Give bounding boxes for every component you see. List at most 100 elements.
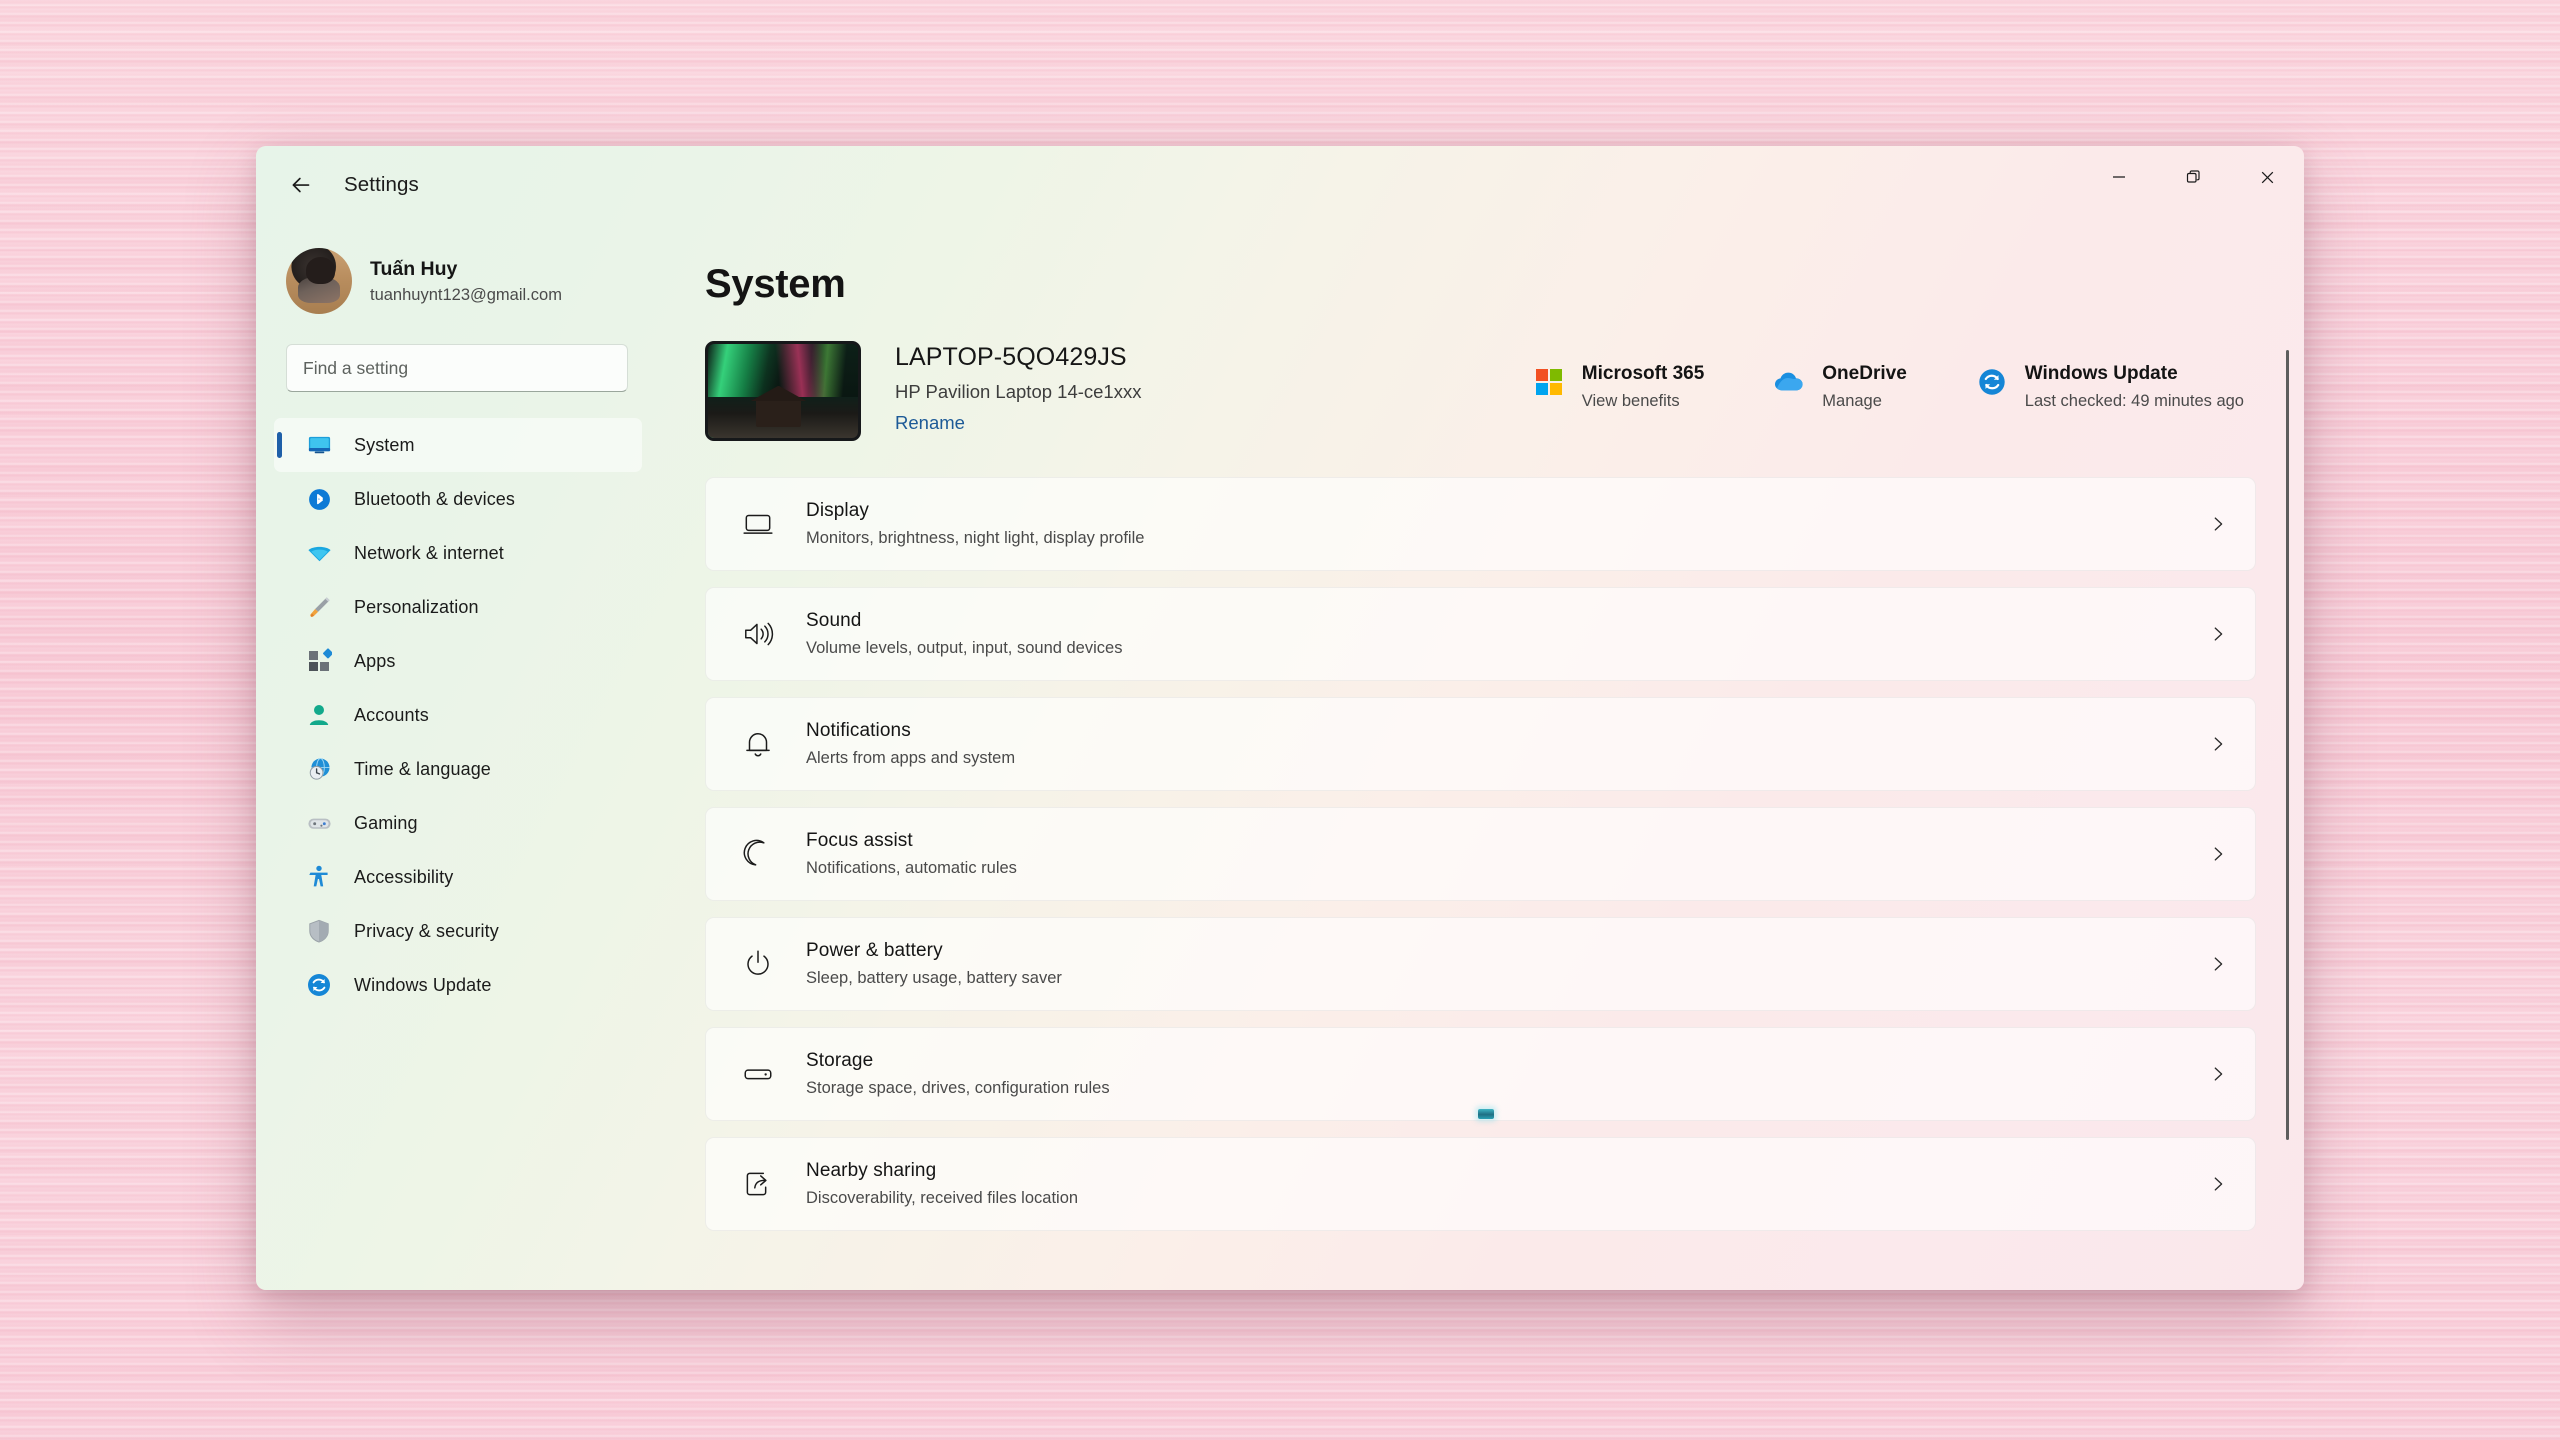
restore-button[interactable] bbox=[2156, 146, 2230, 208]
sidebar-item-label: Bluetooth & devices bbox=[354, 488, 515, 509]
quick-link-subtitle[interactable]: Manage bbox=[1822, 392, 1906, 411]
sidebar-item-privacy-security[interactable]: Privacy & security bbox=[274, 904, 642, 958]
card-subtitle: Sleep, battery usage, battery saver bbox=[806, 969, 1062, 987]
sidebar-item-accounts[interactable]: Accounts bbox=[274, 688, 642, 742]
sidebar-item-personalization[interactable]: Personalization bbox=[274, 580, 642, 634]
window-title: Settings bbox=[344, 173, 419, 196]
settings-card-notifications[interactable]: Notifications Alerts from apps and syste… bbox=[705, 697, 2256, 791]
shield-icon bbox=[304, 916, 334, 946]
sidebar-item-label: Network & internet bbox=[354, 542, 504, 563]
avatar bbox=[286, 248, 352, 314]
card-title: Power & battery bbox=[806, 940, 943, 961]
chevron-right-icon bbox=[2207, 953, 2229, 975]
rename-link[interactable]: Rename bbox=[895, 412, 965, 434]
card-title: Sound bbox=[806, 610, 862, 631]
device-name: LAPTOP-5QO429JS bbox=[895, 343, 1127, 371]
account-summary[interactable]: Tuấn Huy tuanhuynt123@gmail.com bbox=[286, 248, 660, 314]
card-title: Display bbox=[806, 500, 869, 521]
quick-link-title: Microsoft 365 bbox=[1581, 363, 1705, 384]
search-icon bbox=[593, 357, 615, 379]
restore-icon bbox=[2186, 169, 2200, 183]
sidebar-item-apps[interactable]: Apps bbox=[274, 634, 642, 688]
sidebar-item-gaming[interactable]: Gaming bbox=[274, 796, 642, 850]
sidebar-item-windows-update[interactable]: Windows Update bbox=[274, 958, 642, 1012]
sidebar-item-bluetooth-devices[interactable]: Bluetooth & devices bbox=[274, 472, 642, 526]
card-subtitle: Discoverability, received files location bbox=[806, 1189, 1079, 1207]
gamepad-icon bbox=[304, 808, 334, 838]
settings-card-power-battery[interactable]: Power & battery Sleep, battery usage, ba… bbox=[705, 917, 2256, 1011]
sidebar-item-label: Time & language bbox=[354, 758, 491, 779]
speaker-icon bbox=[738, 614, 778, 654]
drive-icon bbox=[738, 1054, 778, 1094]
account-name: Tuấn Huy bbox=[370, 257, 458, 280]
card-title: Focus assist bbox=[806, 830, 913, 851]
device-model: HP Pavilion Laptop 14-ce1xxx bbox=[895, 381, 1142, 402]
settings-card-list: Display Monitors, brightness, night ligh… bbox=[705, 477, 2304, 1231]
scrollbar-thumb[interactable] bbox=[2285, 350, 2289, 1140]
update-refresh-icon bbox=[1975, 365, 2009, 399]
window-body: Tuấn Huy tuanhuynt123@gmail.com Find a s… bbox=[256, 224, 2304, 1290]
card-subtitle: Notifications, automatic rules bbox=[806, 859, 1017, 877]
monitor-icon bbox=[304, 430, 334, 460]
card-subtitle: Alerts from apps and system bbox=[806, 749, 1016, 767]
moon-icon bbox=[738, 834, 778, 874]
settings-card-storage[interactable]: Storage Storage space, drives, configura… bbox=[705, 1027, 2256, 1121]
search-input[interactable] bbox=[303, 357, 593, 379]
settings-card-display[interactable]: Display Monitors, brightness, night ligh… bbox=[705, 477, 2256, 571]
apps-grid-icon bbox=[304, 646, 334, 676]
quick-link-subtitle[interactable]: Last checked: 49 minutes ago bbox=[2025, 392, 2244, 411]
sidebar-nav: System Bluetooth & devices Network & int… bbox=[256, 418, 660, 1012]
settings-card-nearby-sharing[interactable]: Nearby sharing Discoverability, received… bbox=[705, 1137, 2256, 1231]
quick-link-subtitle[interactable]: View benefits bbox=[1582, 392, 1704, 411]
account-email: tuanhuynt123@gmail.com bbox=[370, 285, 562, 304]
card-title: Nearby sharing bbox=[806, 1160, 937, 1181]
wifi-icon bbox=[304, 538, 334, 568]
bluetooth-icon bbox=[304, 484, 334, 514]
sidebar-item-network-internet[interactable]: Network & internet bbox=[274, 526, 642, 580]
card-subtitle: Monitors, brightness, night light, displ… bbox=[806, 529, 1145, 547]
back-button[interactable] bbox=[274, 162, 328, 208]
settings-window: Settings Tuấn Huy tuanhuynt123@gmail.com… bbox=[256, 146, 2304, 1290]
title-bar: Settings bbox=[256, 146, 2304, 224]
chevron-right-icon bbox=[2207, 623, 2229, 645]
accessibility-icon bbox=[304, 862, 334, 892]
power-icon bbox=[738, 944, 778, 984]
share-icon bbox=[738, 1164, 778, 1204]
sidebar-item-label: System bbox=[354, 434, 415, 455]
paintbrush-icon bbox=[304, 592, 334, 622]
sidebar-item-time-language[interactable]: Time & language bbox=[274, 742, 642, 796]
search-box[interactable] bbox=[286, 344, 628, 392]
card-title: Storage bbox=[806, 1050, 874, 1071]
quick-link-onedrive[interactable]: OneDrive Manage bbox=[1772, 363, 1907, 411]
sidebar-item-label: Personalization bbox=[354, 596, 479, 617]
quick-link-windows-update[interactable]: Windows Update Last checked: 49 minutes … bbox=[1975, 363, 2244, 411]
sidebar-item-label: Gaming bbox=[354, 812, 418, 833]
page-title: System bbox=[705, 262, 846, 306]
aurora-wallpaper-thumbnail bbox=[705, 341, 861, 441]
main-content: System LAPTOP-5QO429JS HP Pavilion Lapto… bbox=[660, 224, 2304, 1290]
settings-card-focus-assist[interactable]: Focus assist Notifications, automatic ru… bbox=[705, 807, 2256, 901]
sidebar-item-label: Accounts bbox=[354, 704, 429, 725]
minimize-button[interactable] bbox=[2082, 146, 2156, 208]
content-scrollbar[interactable] bbox=[2280, 350, 2294, 1226]
chevron-right-icon bbox=[2207, 843, 2229, 865]
sidebar-item-accessibility[interactable]: Accessibility bbox=[274, 850, 642, 904]
window-controls bbox=[2082, 146, 2304, 208]
minimize-icon bbox=[2113, 176, 2125, 178]
quick-link-microsoft-365[interactable]: Microsoft 365 View benefits bbox=[1532, 363, 1704, 411]
card-subtitle: Storage space, drives, configuration rul… bbox=[806, 1079, 1110, 1097]
bell-icon bbox=[738, 724, 778, 764]
quick-links: Microsoft 365 View benefits OneDrive Man… bbox=[1532, 341, 2244, 411]
card-title: Notifications bbox=[806, 720, 911, 741]
chevron-right-icon bbox=[2207, 1063, 2229, 1085]
settings-card-sound[interactable]: Sound Volume levels, output, input, soun… bbox=[705, 587, 2256, 681]
chevron-right-icon bbox=[2207, 733, 2229, 755]
sidebar-item-system[interactable]: System bbox=[274, 418, 642, 472]
device-hero: LAPTOP-5QO429JS HP Pavilion Laptop 14-ce… bbox=[705, 341, 2304, 441]
sidebar-item-label: Apps bbox=[354, 650, 396, 671]
sidebar-item-label: Privacy & security bbox=[354, 920, 499, 941]
microsoft-logo-icon bbox=[1532, 365, 1566, 399]
close-button[interactable] bbox=[2230, 146, 2304, 208]
quick-link-title: OneDrive bbox=[1822, 363, 1907, 384]
chevron-right-icon bbox=[2207, 513, 2229, 535]
